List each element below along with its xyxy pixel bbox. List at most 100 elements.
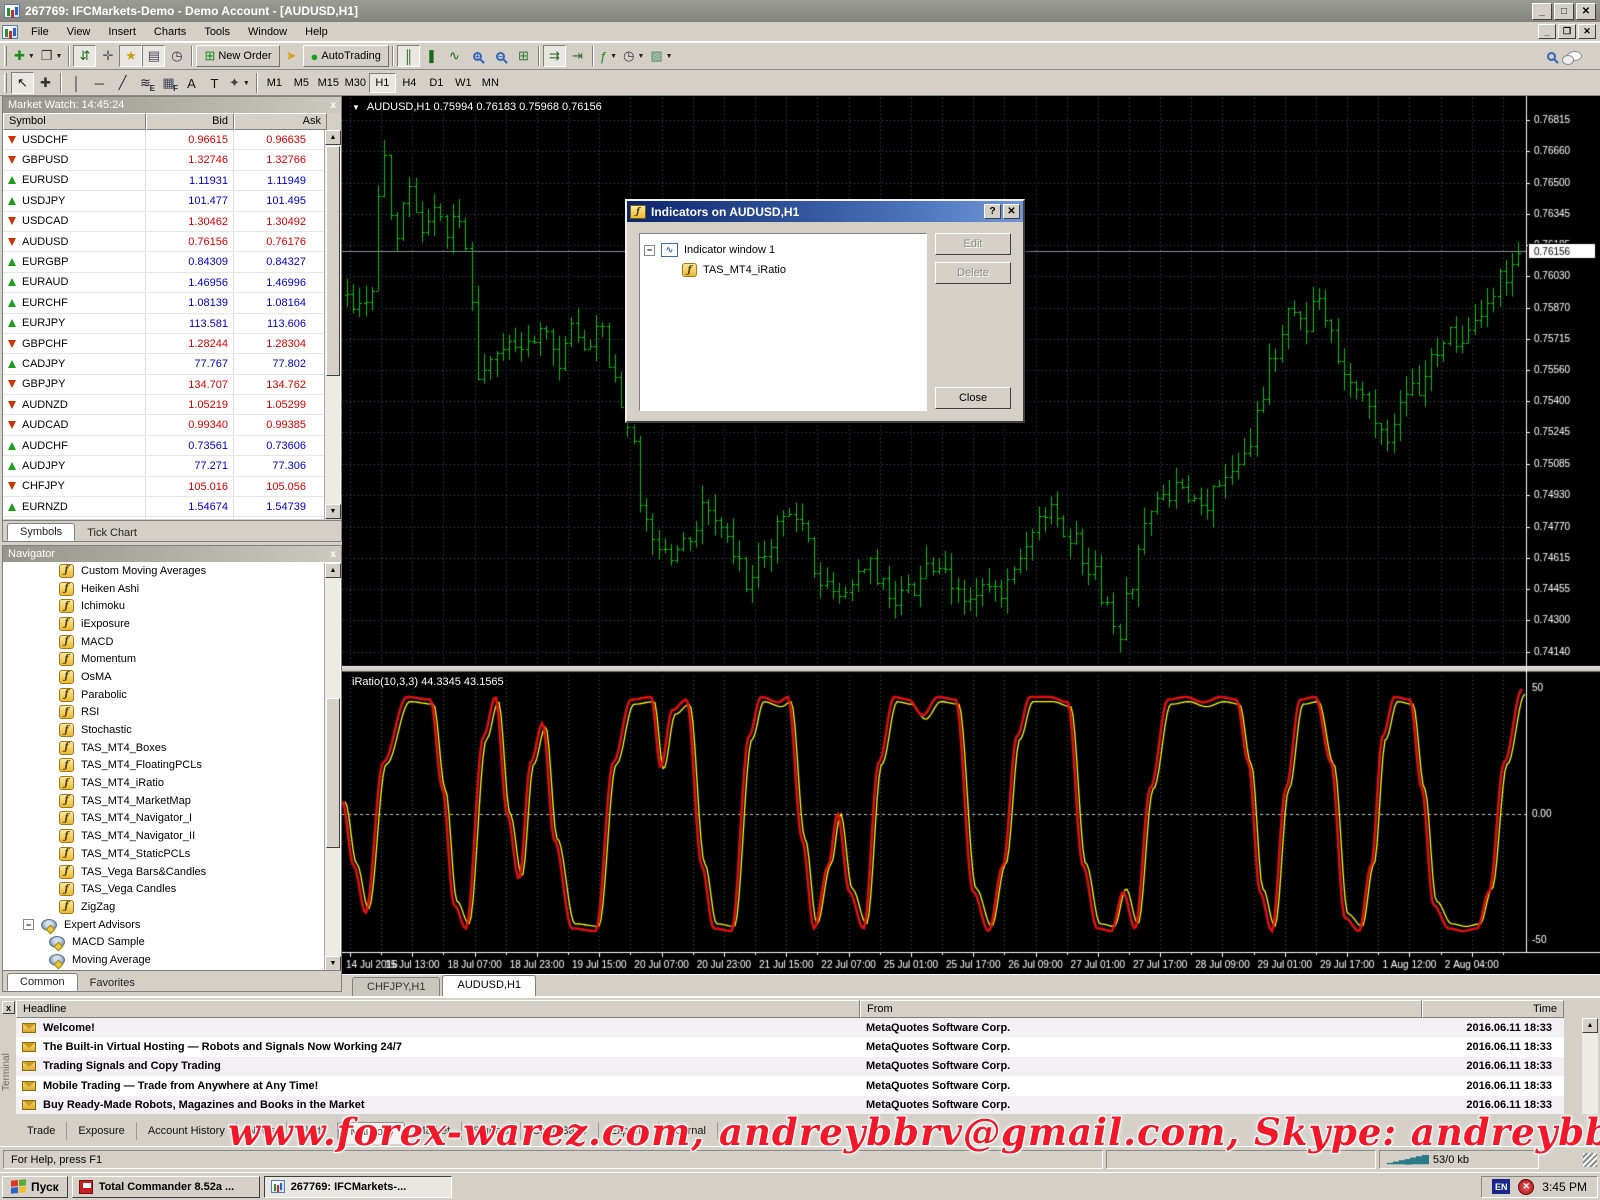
- line-chart-button[interactable]: ∿: [443, 45, 466, 67]
- navigator-node-expert-advisors[interactable]: −Expert Advisors: [3, 916, 341, 934]
- timeframe-mn[interactable]: MN: [477, 73, 504, 93]
- menu-file[interactable]: File: [22, 23, 58, 41]
- timeframe-m1[interactable]: M1: [261, 73, 288, 93]
- mdi-close-button[interactable]: ✕: [1578, 24, 1596, 39]
- data-window-button[interactable]: ✛: [96, 45, 119, 67]
- scroll-up-icon[interactable]: ▲: [1582, 1018, 1598, 1033]
- candles-chart-button[interactable]: ❚: [420, 45, 443, 67]
- arrows-button[interactable]: ✦▼: [226, 72, 253, 94]
- navigator-item-tas-vega-bars-candles[interactable]: ƒTAS_Vega Bars&Candles: [3, 863, 341, 881]
- symbol-row-eurusd[interactable]: EURUSD1.119311.11949: [3, 171, 341, 191]
- bars-chart-button[interactable]: ║: [397, 45, 420, 67]
- timeframe-h1[interactable]: H1: [369, 73, 396, 93]
- navigator-item-tas-mt4-staticpcls[interactable]: ƒTAS_MT4_StaticPCLs: [3, 845, 341, 863]
- symbol-row-gbpusd[interactable]: GBPUSD1.327461.32766: [3, 150, 341, 170]
- navigator-item-tas-mt4-boxes[interactable]: ƒTAS_MT4_Boxes: [3, 739, 341, 757]
- navigator-close-icon[interactable]: x: [330, 549, 336, 560]
- symbol-row-eurnzd[interactable]: EURNZD1.546741.54739: [3, 497, 341, 517]
- symbol-row-gbpchf[interactable]: GBPCHF1.282441.28304: [3, 334, 341, 354]
- feedback-chat-button[interactable]: [1563, 45, 1586, 67]
- navigator-item-tas-mt4-navigator-i[interactable]: ƒTAS_MT4_Navigator_I: [3, 810, 341, 828]
- minimize-button[interactable]: _: [1532, 3, 1552, 20]
- indicators-add-button[interactable]: ƒ▼: [597, 45, 620, 67]
- column-time[interactable]: Time: [1422, 1000, 1564, 1018]
- navigator-item-macd[interactable]: ƒMACD: [3, 633, 341, 651]
- zoom-in-button[interactable]: +: [466, 45, 489, 67]
- column-symbol[interactable]: Symbol: [3, 113, 146, 130]
- navigator-scrollbar[interactable]: ▲ ▼: [324, 563, 340, 971]
- symbol-row-eurjpy[interactable]: EURJPY113.581113.606: [3, 314, 341, 334]
- new-chart-button[interactable]: ✚▼: [11, 45, 38, 67]
- taskbar-mt4-task[interactable]: 267769: IFCMarkets-...: [264, 1176, 452, 1198]
- symbol-row-audusd[interactable]: AUDUSD0.761560.76176: [3, 232, 341, 252]
- mdi-minimize-button[interactable]: _: [1538, 24, 1556, 39]
- scroll-down-icon[interactable]: ▼: [325, 956, 341, 971]
- tree-node-indicator[interactable]: ƒ TAS_MT4_iRatio: [644, 260, 922, 280]
- navigator-item-custom-moving-averages[interactable]: ƒCustom Moving Averages: [3, 562, 341, 580]
- symbol-row-audcad[interactable]: AUDCAD0.993400.99385: [3, 415, 341, 435]
- symbol-row-audchf[interactable]: AUDCHF0.735610.73606: [3, 436, 341, 456]
- crosshair-button[interactable]: ✚: [34, 72, 57, 94]
- profiles-button[interactable]: ❐▼: [38, 45, 66, 67]
- symbol-row-usdjpy[interactable]: USDJPY101.477101.495: [3, 191, 341, 211]
- menu-insert[interactable]: Insert: [99, 23, 145, 41]
- toolbar-grip[interactable]: [4, 73, 7, 93]
- timeframe-m15[interactable]: M15: [315, 73, 342, 93]
- collapse-icon[interactable]: −: [23, 919, 34, 930]
- chart-menu-icon[interactable]: [2, 25, 18, 39]
- edit-button[interactable]: Edit: [935, 233, 1011, 255]
- delete-button[interactable]: Delete: [935, 262, 1011, 284]
- chart-dropdown-icon[interactable]: ▼: [352, 103, 360, 112]
- search-button[interactable]: [1540, 45, 1563, 67]
- vertical-line-button[interactable]: │: [65, 72, 88, 94]
- column-from[interactable]: From: [860, 1000, 1422, 1018]
- navigator-item-tas-mt4-navigator-ii[interactable]: ƒTAS_MT4_Navigator_II: [3, 827, 341, 845]
- trendline-button[interactable]: ╱: [111, 72, 134, 94]
- market-watch-close-icon[interactable]: x: [330, 100, 336, 111]
- market-watch-tab-symbols[interactable]: Symbols: [7, 523, 75, 541]
- market-watch-scrollbar[interactable]: ▲ ▼: [324, 130, 340, 519]
- text-label-button[interactable]: T: [203, 72, 226, 94]
- symbol-row-gbpjpy[interactable]: GBPJPY134.707134.762: [3, 375, 341, 395]
- tile-windows-button[interactable]: ⊞: [512, 45, 535, 67]
- timeframe-h4[interactable]: H4: [396, 73, 423, 93]
- new-order-button[interactable]: ⊞New Order: [196, 45, 279, 67]
- navigator-item-tas-mt4-floatingpcls[interactable]: ƒTAS_MT4_FloatingPCLs: [3, 757, 341, 775]
- symbol-row-eurchf[interactable]: EURCHF1.081391.08164: [3, 293, 341, 313]
- menu-window[interactable]: Window: [239, 23, 296, 41]
- mail-row[interactable]: The Built-in Virtual Hosting — Robots an…: [16, 1037, 1564, 1056]
- terminal-scrollbar[interactable]: ▲: [1582, 1018, 1598, 1114]
- chart-tab-audusd-h1[interactable]: AUDUSD,H1: [442, 975, 536, 996]
- dialog-title-bar[interactable]: ƒ Indicators on AUDUSD,H1 ? ✕: [627, 201, 1023, 222]
- scroll-thumb[interactable]: [326, 146, 340, 376]
- symbol-row-audjpy[interactable]: AUDJPY77.27177.306: [3, 456, 341, 476]
- symbol-row-usdchf[interactable]: USDCHF0.966150.96635: [3, 130, 341, 150]
- navigator-item-rsi[interactable]: ƒRSI: [3, 704, 341, 722]
- navigator-item-tas-mt4-iratio[interactable]: ƒTAS_MT4_iRatio: [3, 774, 341, 792]
- timeframe-d1[interactable]: D1: [423, 73, 450, 93]
- navigator-item-parabolic[interactable]: ƒParabolic: [3, 686, 341, 704]
- mail-row[interactable]: Welcome!MetaQuotes Software Corp.2016.06…: [16, 1018, 1564, 1037]
- toolbar-grip[interactable]: [4, 46, 7, 66]
- autotrading-button[interactable]: ●AutoTrading: [303, 45, 389, 67]
- taskbar-total-commander[interactable]: Total Commander 8.52a ...: [72, 1176, 260, 1198]
- symbol-row-chfjpy[interactable]: CHFJPY105.016105.056: [3, 477, 341, 497]
- scroll-up-icon[interactable]: ▲: [325, 563, 341, 578]
- equidistant-channel-button[interactable]: ≋E: [134, 72, 157, 94]
- language-indicator[interactable]: EN: [1492, 1179, 1510, 1194]
- terminal-close-icon[interactable]: x: [2, 1001, 15, 1014]
- column-bid[interactable]: Bid: [146, 113, 234, 130]
- navigator-item-osma[interactable]: ƒOsMA: [3, 668, 341, 686]
- column-ask[interactable]: Ask: [234, 113, 327, 130]
- navigator-item-iexposure[interactable]: ƒiExposure: [3, 615, 341, 633]
- navigator-item-macd-sample[interactable]: MACD Sample: [3, 933, 341, 951]
- symbol-row-euraud[interactable]: EURAUD1.469561.46996: [3, 273, 341, 293]
- dialog-help-icon[interactable]: ?: [984, 204, 1001, 219]
- close-button[interactable]: ✕: [1576, 3, 1596, 20]
- scroll-up-icon[interactable]: ▲: [325, 130, 341, 145]
- cursor-button[interactable]: ↖: [11, 72, 34, 94]
- navigator-item-tas-mt4-marketmap[interactable]: ƒTAS_MT4_MarketMap: [3, 792, 341, 810]
- strategy-tester-button[interactable]: ◷: [165, 45, 188, 67]
- symbol-row-eurgbp[interactable]: EURGBP0.843090.84327: [3, 252, 341, 272]
- terminal-toggle-button[interactable]: ▤: [142, 45, 165, 67]
